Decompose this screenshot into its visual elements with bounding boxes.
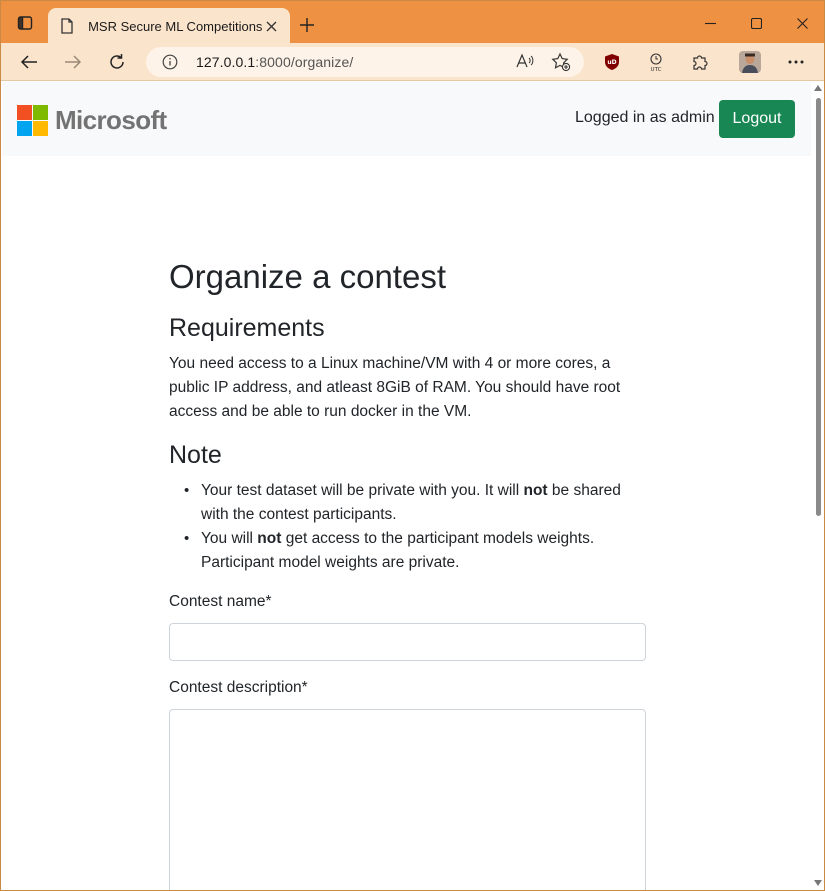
new-tab-button[interactable]	[295, 13, 319, 37]
brand-name: Microsoft	[55, 105, 167, 135]
list-item: You will not get access to the participa…	[169, 527, 647, 575]
svg-text:uD: uD	[607, 59, 616, 66]
contest-description-textarea[interactable]	[169, 709, 646, 890]
maximize-icon[interactable]	[733, 9, 779, 37]
url-text: 127.0.0.1:8000/organize/	[196, 54, 353, 70]
note-text: You will	[201, 530, 258, 547]
logo-square-red	[17, 105, 32, 120]
logo-square-blue	[17, 121, 32, 136]
refresh-icon[interactable]	[102, 47, 132, 77]
page-title: Organize a contest	[169, 258, 446, 295]
contest-description-label: Contest description*	[169, 679, 308, 696]
logo-square-yellow	[33, 121, 48, 136]
read-aloud-icon[interactable]	[516, 53, 534, 71]
logged-in-status: Logged in as admin	[575, 109, 715, 126]
note-text: Your test dataset will be private with y…	[201, 482, 524, 499]
add-favorite-icon[interactable]	[551, 52, 571, 72]
browser-toolbar: 127.0.0.1:8000/organize/ uD UTC	[1, 43, 824, 81]
ublock-icon[interactable]: uD	[597, 47, 627, 77]
list-item: Your test dataset will be private with y…	[169, 479, 647, 527]
requirements-heading: Requirements	[169, 314, 325, 342]
svg-text:UTC: UTC	[651, 67, 662, 72]
browser-window: MSR Secure ML Competitions 127.0.0.1:800…	[0, 0, 825, 891]
tab-actions-icon[interactable]	[13, 13, 37, 33]
close-window-icon[interactable]	[779, 9, 824, 37]
note-list: Your test dataset will be private with y…	[169, 479, 647, 575]
site-navbar: Microsoft Logged in as admin Logout	[2, 82, 811, 156]
note-heading: Note	[169, 441, 222, 469]
microsoft-logo[interactable]: Microsoft	[17, 105, 167, 136]
page-viewport: Microsoft Logged in as admin Logout Orga…	[2, 82, 811, 890]
microsoft-logo-icon	[17, 105, 48, 136]
utc-clock-icon[interactable]: UTC	[641, 47, 671, 77]
more-icon[interactable]	[781, 47, 811, 77]
contest-name-input[interactable]	[169, 623, 646, 661]
page-icon	[60, 18, 74, 34]
logo-square-green	[33, 105, 48, 120]
close-icon[interactable]	[262, 16, 280, 36]
note-emphasis: not	[523, 482, 548, 499]
scroll-up-icon[interactable]	[814, 84, 822, 92]
puzzle-icon[interactable]	[685, 47, 715, 77]
back-arrow-icon[interactable]	[14, 47, 44, 77]
url-path: :8000/organize/	[255, 54, 354, 70]
logout-button[interactable]: Logout	[719, 100, 795, 138]
browser-tab[interactable]: MSR Secure ML Competitions	[48, 8, 290, 44]
url-host: 127.0.0.1	[196, 54, 256, 70]
note-emphasis: not	[257, 530, 282, 547]
address-bar[interactable]: 127.0.0.1:8000/organize/	[146, 47, 584, 77]
tab-title: MSR Secure ML Competitions	[88, 18, 263, 34]
scrollbar-thumb[interactable]	[816, 98, 821, 516]
requirements-text: You need access to a Linux machine/VM wi…	[169, 355, 621, 420]
info-icon[interactable]	[162, 54, 178, 70]
page-scrollbar[interactable]	[811, 82, 824, 890]
scroll-down-icon[interactable]	[814, 879, 822, 887]
minimize-icon[interactable]	[687, 9, 733, 37]
contest-name-label: Contest name*	[169, 593, 272, 610]
title-bar: MSR Secure ML Competitions	[1, 1, 824, 44]
forward-arrow-icon[interactable]	[58, 47, 88, 77]
avatar[interactable]	[735, 47, 765, 77]
